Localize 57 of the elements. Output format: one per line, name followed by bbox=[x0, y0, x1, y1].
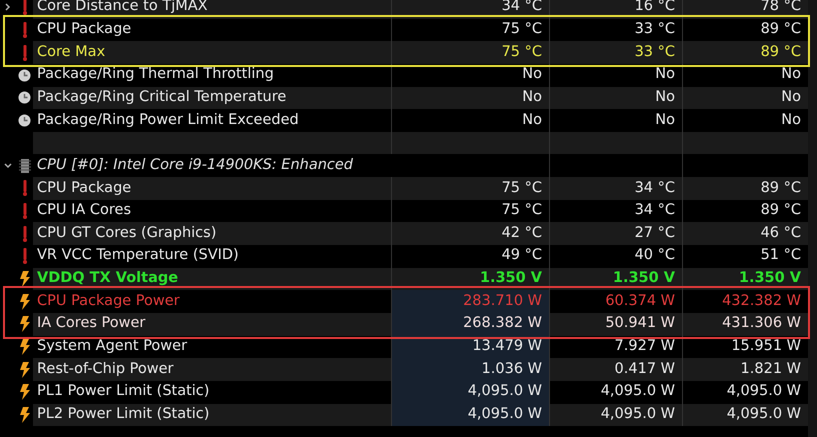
clock-icon bbox=[18, 114, 31, 128]
sensor-value-cell: 89 °C bbox=[682, 18, 808, 42]
lightning-icon bbox=[20, 362, 30, 378]
thermometer-icon bbox=[22, 248, 26, 264]
lightning-icon bbox=[20, 271, 30, 287]
sensor-value-cell: 75 °C bbox=[391, 200, 549, 222]
lightning-icon bbox=[20, 384, 30, 400]
sensor-value-cell: No bbox=[391, 86, 549, 110]
lightning-icon bbox=[20, 406, 30, 423]
thermometer-icon bbox=[22, 0, 26, 16]
thermometer-icon bbox=[22, 180, 26, 196]
thermometer-icon bbox=[22, 203, 26, 220]
lightning-icon bbox=[20, 338, 30, 355]
thermometer-icon bbox=[22, 22, 26, 38]
sensor-value-cell: 46 °C bbox=[682, 222, 808, 246]
sensor-value-cell: 89 °C bbox=[682, 177, 808, 200]
sensor-value-cell: 4,095.0 W bbox=[549, 404, 682, 426]
lightning-icon bbox=[20, 294, 30, 310]
lightning-icon bbox=[20, 316, 30, 332]
sensor-name-cell: CPU GT Cores (Graphics) bbox=[33, 222, 391, 246]
chip-icon bbox=[18, 158, 30, 174]
sensor-value-cell: 283.710 W bbox=[391, 290, 549, 313]
sensor-value-cell: 33 °C bbox=[549, 18, 682, 42]
sensor-name-cell: Package/Ring Critical Temperature bbox=[33, 86, 391, 110]
sensor-value-cell: 75 °C bbox=[391, 41, 549, 64]
clock-icon bbox=[18, 68, 31, 82]
sensor-name-cell: CPU Package bbox=[33, 177, 391, 200]
sensor-value-cell: No bbox=[682, 86, 808, 110]
sensor-value-cell: 34 °C bbox=[549, 177, 682, 200]
sensor-value-cell: 431.306 W bbox=[682, 312, 808, 336]
sensor-value-cell: 33 °C bbox=[549, 41, 682, 64]
sensor-value-cell: 89 °C bbox=[682, 200, 808, 222]
sensor-value-cell: 1.036 W bbox=[391, 358, 549, 381]
clock-icon bbox=[18, 91, 31, 104]
sensor-value-cell: 89 °C bbox=[682, 41, 808, 64]
sensor-name-cell: IA Cores Power bbox=[33, 312, 391, 336]
sensor-value-cell: 0.417 W bbox=[549, 358, 682, 381]
sensor-value-cell: 4,095.0 W bbox=[391, 404, 549, 426]
sensor-value-cell: 1.821 W bbox=[682, 358, 808, 381]
section-title: CPU [#0]: Intel Core i9-14900KS: Enhanced bbox=[37, 156, 354, 175]
sensor-value-cell: 42 °C bbox=[391, 222, 549, 246]
sensor-value-cell: 4,095.0 W bbox=[682, 404, 808, 426]
sensor-name-cell: CPU Package bbox=[33, 18, 391, 42]
scrollbar[interactable] bbox=[808, 0, 817, 437]
sensor-name-cell: PL2 Power Limit (Static) bbox=[33, 404, 391, 426]
sensor-value-cell: 75 °C bbox=[391, 177, 549, 200]
sensor-value-cell: No bbox=[549, 86, 682, 110]
sensor-value-cell: 268.382 W bbox=[391, 312, 549, 336]
sensor-value-cell: 34 °C bbox=[549, 200, 682, 222]
sensor-value-cell: 27 °C bbox=[549, 222, 682, 246]
thermometer-icon bbox=[22, 226, 26, 242]
sensor-name-cell: Core Max bbox=[33, 41, 391, 64]
sensor-name-cell: Rest-of-Chip Power bbox=[33, 358, 391, 381]
sensor-value-cell: 75 °C bbox=[391, 18, 549, 42]
sensor-value-cell: 4,095.0 W bbox=[391, 380, 549, 404]
sensor-value-cell: 50.941 W bbox=[549, 312, 682, 336]
thermometer-icon bbox=[22, 44, 26, 61]
